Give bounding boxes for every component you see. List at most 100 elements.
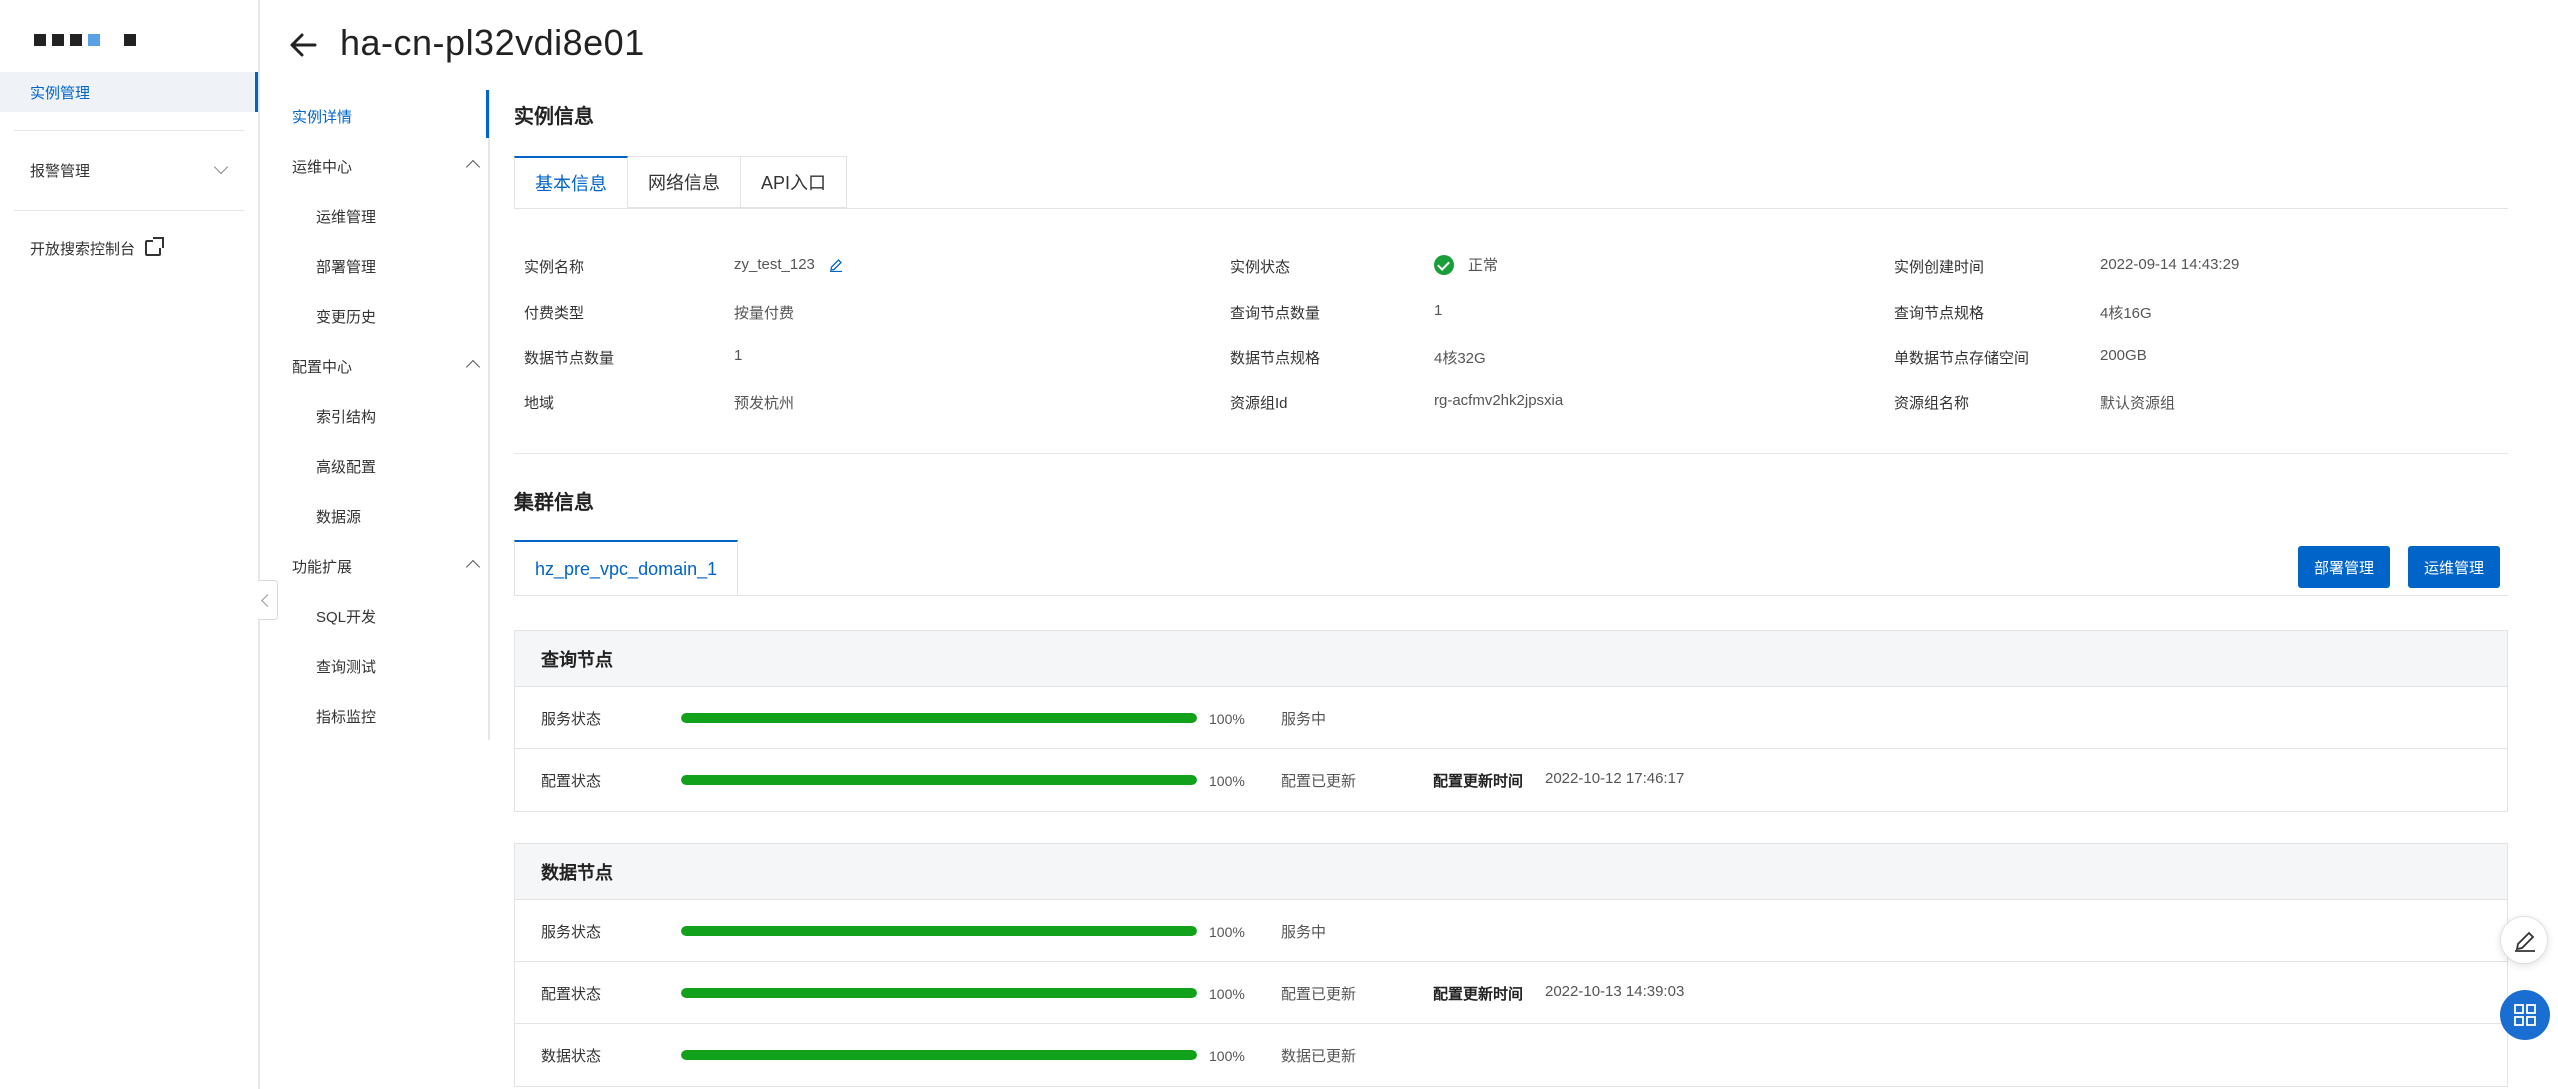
tab-network-info[interactable]: 网络信息 (628, 156, 741, 208)
region-value: 预发杭州 (734, 395, 795, 412)
section-divider (514, 453, 2508, 454)
created-time-label: 实例创建时间 (1894, 259, 1985, 276)
divider (14, 130, 244, 131)
status-row: 数据状态 100% 数据已更新 (515, 1024, 2507, 1086)
data-node-count-label: 数据节点数量 (524, 350, 615, 367)
group-label: 配置中心 (292, 359, 353, 376)
product-logo[interactable] (34, 32, 136, 48)
update-time-label: 配置更新时间 (1433, 773, 1524, 790)
progress-fill (681, 988, 1197, 998)
global-nav-opensearch-console[interactable]: 开放搜索控制台 (0, 228, 258, 268)
back-arrow-icon[interactable] (288, 30, 318, 60)
status-text: 数据已更新 (1281, 1048, 1357, 1065)
progress-percent: 100% (1209, 924, 1245, 940)
progress-bar (681, 775, 1197, 785)
instance-info-tabs: 基本信息 网络信息 API入口 (514, 156, 848, 208)
instance-name-text: zy_test_123 (734, 256, 815, 273)
query-node-spec-label: 查询节点规格 (1894, 305, 1985, 322)
active-indicator (486, 90, 489, 138)
update-time-value: 2022-10-13 14:39:03 (1545, 983, 1685, 1000)
resource-group-name-value: 默认资源组 (2100, 395, 2176, 412)
snav-index-structure[interactable]: 索引结构 (316, 406, 376, 427)
global-nav-label: 报警管理 (30, 162, 91, 180)
progress-percent: 100% (1209, 773, 1245, 789)
status-row: 服务状态 100% 服务中 (515, 900, 2507, 962)
instance-name-value: zy_test_123 (734, 256, 843, 273)
row-label: 数据状态 (541, 1048, 602, 1065)
tab-basic-info[interactable]: 基本信息 (514, 156, 628, 208)
query-node-panel: 查询节点 服务状态 100% 服务中 配置状态 100% 配置已更新 配置更新时… (514, 630, 2508, 812)
tab-cluster-domain[interactable]: hz_pre_vpc_domain_1 (514, 540, 739, 596)
progress-percent: 100% (1209, 986, 1245, 1002)
edit-icon[interactable] (829, 258, 843, 273)
snav-query-test[interactable]: 查询测试 (316, 656, 376, 677)
cluster-tabs-baseline (514, 595, 2508, 596)
snav-group-config[interactable]: 配置中心 (292, 356, 482, 377)
global-nav-label: 实例管理 (30, 84, 91, 102)
secondary-nav: 实例详情 运维中心 运维管理 部署管理 变更历史 配置中心 索引结构 高级配置 … (262, 90, 490, 740)
snav-instance-detail[interactable]: 实例详情 (292, 106, 352, 127)
data-node-spec-label: 数据节点规格 (1230, 350, 1321, 367)
snav-sql-dev[interactable]: SQL开发 (316, 606, 376, 627)
instance-name-label: 实例名称 (524, 259, 585, 276)
deploy-management-button[interactable]: 部署管理 (2298, 546, 2391, 588)
update-time-label: 配置更新时间 (1433, 986, 1524, 1003)
progress-percent: 100% (1209, 711, 1245, 727)
progress-fill (681, 1050, 1197, 1060)
row-label: 配置状态 (541, 773, 602, 790)
status-text: 服务中 (1281, 924, 1327, 941)
snav-change-history[interactable]: 变更历史 (316, 306, 376, 327)
resource-group-id-value: rg-acfmv2hk2jpsxia (1434, 392, 1564, 409)
created-time-value: 2022-09-14 14:43:29 (2100, 256, 2240, 273)
snav-data-source[interactable]: 数据源 (316, 506, 361, 527)
status-text: 服务中 (1281, 711, 1327, 728)
progress-bar (681, 988, 1197, 998)
data-node-panel: 数据节点 服务状态 100% 服务中 配置状态 100% 配置已更新 配置更新时… (514, 843, 2508, 1087)
instance-info-title: 实例信息 (514, 106, 594, 128)
progress-bar (681, 1050, 1197, 1060)
global-nav-instance-management[interactable]: 实例管理 (0, 72, 258, 112)
check-circle-icon (1434, 254, 1454, 275)
billing-type-value: 按量付费 (734, 305, 795, 322)
snav-deploy-management[interactable]: 部署管理 (316, 256, 376, 277)
progress-percent: 100% (1209, 1048, 1245, 1064)
chevron-down-icon (213, 159, 229, 175)
row-label: 服务状态 (541, 924, 602, 941)
instance-status-value: 正常 (1434, 254, 1498, 275)
status-text: 配置已更新 (1281, 773, 1357, 790)
region-label: 地域 (524, 395, 555, 412)
global-sidebar: 实例管理 报警管理 开放搜索控制台 (0, 0, 260, 1089)
sidebar-collapse-handle[interactable] (258, 580, 278, 620)
snav-group-extensions[interactable]: 功能扩展 (292, 556, 482, 577)
snav-group-ops[interactable]: 运维中心 (292, 156, 482, 177)
scrollbar[interactable] (2540, 0, 2558, 1089)
external-link-icon (145, 237, 165, 256)
progress-fill (681, 775, 1197, 785)
tab-api-entry[interactable]: API入口 (741, 156, 848, 208)
status-text: 正常 (1468, 257, 1499, 274)
snav-ops-management[interactable]: 运维管理 (316, 206, 376, 227)
ops-management-button[interactable]: 运维管理 (2408, 546, 2501, 588)
status-row: 服务状态 100% 服务中 (515, 687, 2507, 749)
chevron-up-icon (465, 559, 481, 575)
tabs-baseline (514, 208, 2508, 209)
snav-metrics-monitor[interactable]: 指标监控 (316, 706, 376, 727)
page-title: ha-cn-pl32vdi8e01 (340, 22, 645, 63)
panel-title: 查询节点 (515, 631, 2507, 687)
chevron-up-icon (465, 159, 481, 175)
snav-advanced-config[interactable]: 高级配置 (316, 456, 376, 477)
global-nav-alarm-management[interactable]: 报警管理 (0, 150, 258, 190)
group-label: 功能扩展 (292, 559, 353, 576)
storage-value: 200GB (2100, 347, 2147, 364)
query-node-count-label: 查询节点数量 (1230, 305, 1321, 322)
progress-fill (681, 713, 1197, 723)
status-text: 配置已更新 (1281, 986, 1357, 1003)
status-row: 配置状态 100% 配置已更新 配置更新时间 2022-10-13 14:39:… (515, 962, 2507, 1024)
update-time-value: 2022-10-12 17:46:17 (1545, 770, 1685, 787)
data-node-spec-value: 4核32G (1434, 350, 1486, 367)
query-node-count-value: 1 (1434, 302, 1443, 319)
group-label: 运维中心 (292, 159, 353, 176)
progress-fill (681, 926, 1197, 936)
resource-group-id-label: 资源组Id (1230, 395, 1288, 412)
data-node-count-value: 1 (734, 347, 743, 364)
